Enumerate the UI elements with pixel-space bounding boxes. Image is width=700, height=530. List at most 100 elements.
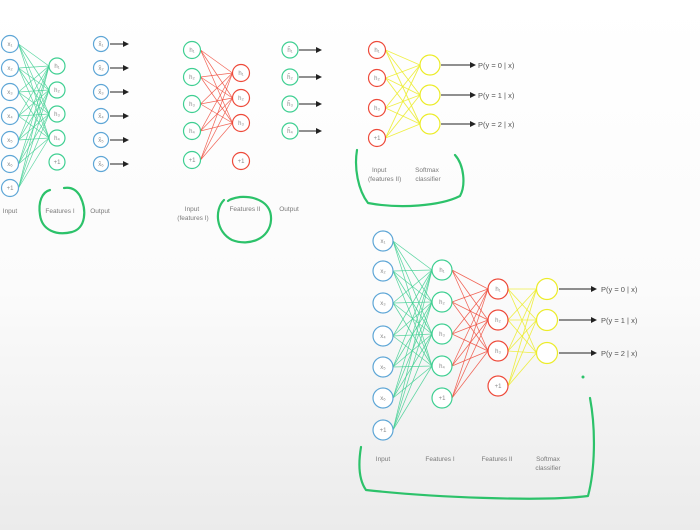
- ae1-connection: [18, 65, 50, 165]
- ae2-features-node: h₁: [231, 63, 251, 83]
- stacked-input-node-label: x₄: [380, 334, 386, 340]
- softmax-classifier-sublabel: classifier: [415, 176, 441, 183]
- ae1-input-node: x₅: [0, 130, 20, 150]
- stacked-input-node: x₆: [372, 387, 394, 409]
- stacked-classifier-sublabel: classifier: [535, 465, 561, 472]
- stacked-connection-input-features1: [392, 365, 433, 431]
- stacked-connection-features1-features2: [451, 269, 489, 290]
- ae1-output-node-label: x̂₅: [98, 138, 104, 144]
- stacked-input-node-label: x₆: [380, 396, 386, 402]
- softmax-input-label: Input: [372, 167, 387, 174]
- stacked-bracket-annotation: [358, 396, 596, 500]
- ae1-output-node-label: x̂₁: [98, 42, 103, 48]
- softmax-output-node: [419, 113, 441, 135]
- ae1-input-node: +1: [0, 178, 20, 198]
- stacked-features2-node: h₂: [487, 309, 509, 331]
- ae2-output-node: ĥ₂: [281, 68, 299, 86]
- stacked-input-node-label: x₃: [380, 301, 386, 307]
- stacked-features1-node: h₂: [431, 291, 453, 313]
- ae2-input-node-label: h₂: [189, 75, 195, 81]
- softmax-output-node: [419, 84, 441, 106]
- stacked-features2-node: h₁: [487, 278, 509, 300]
- ae2-input-node: h₃: [182, 94, 202, 114]
- softmax-probability-label: P(y = 1 | x): [478, 91, 515, 100]
- ae2-features-circle-annotation: [216, 195, 273, 244]
- ae1-features-node-label: h₂: [54, 88, 60, 94]
- ae1-connection: [18, 137, 50, 189]
- stacked-features2-node: +1: [487, 375, 509, 397]
- stacked-features1-node-label: h₄: [439, 364, 445, 370]
- ae1-output-label: Output: [90, 208, 110, 215]
- ae2-input-sublabel: (features I): [177, 215, 208, 222]
- ae1-features-node: h₁: [48, 57, 66, 75]
- ae1-input-node-label: x₄: [7, 114, 13, 120]
- ae2-features-node-label: h₂: [238, 96, 244, 102]
- stacked-input-node: x₁: [372, 230, 394, 252]
- ae1-output-node-label: x̂₆: [98, 162, 104, 168]
- ae2-output-node-label: ĥ₄: [287, 128, 293, 135]
- ae2-input-node-label: h₄: [189, 129, 195, 135]
- stacked-connection-features1-features2: [451, 350, 489, 399]
- stacked-input-node: x₂: [372, 260, 394, 282]
- stacked-probability-label: P(y = 2 | x): [601, 349, 638, 358]
- ae1-input-node: x₄: [0, 106, 20, 126]
- softmax-input-node-label: h₁: [374, 48, 379, 54]
- softmax-input-node: h₁: [367, 40, 387, 60]
- stacked-features1-node: h₄: [431, 355, 453, 377]
- stacked-features2-label: Features II: [481, 456, 512, 463]
- ae1-features-node: h₂: [48, 81, 66, 99]
- ae1-connection: [18, 65, 50, 117]
- stacked-connection-features2-softmax: [507, 352, 537, 387]
- softmax-input-node-label: +1: [374, 136, 382, 142]
- ae2-features-node: h₂: [231, 88, 251, 108]
- stacked-features1-node-label: h₂: [439, 300, 445, 306]
- stacked-softmax-node: [535, 277, 559, 301]
- ae2-features-node: +1: [231, 151, 251, 171]
- stacked-input-node: x₄: [372, 325, 394, 347]
- ae2-connection: [200, 72, 233, 132]
- stacked-features1-node-label: +1: [439, 396, 447, 402]
- stacked-features1-node-label: h₃: [439, 332, 445, 338]
- ae1-output-node: x̂₂: [92, 59, 110, 77]
- ae1-output-node-label: x̂₃: [98, 90, 104, 96]
- ae1-input-node-label: +1: [7, 186, 15, 192]
- ae1-features-node-label: +1: [54, 160, 62, 166]
- stacked-classifier-label: Softmax: [536, 456, 561, 463]
- stacked-connection-input-features1: [392, 333, 433, 431]
- stacked-probability-label: P(y = 0 | x): [601, 285, 638, 294]
- ae1-features-node: h₃: [48, 105, 66, 123]
- softmax-input-node-label: h₃: [374, 106, 380, 112]
- ae2-output-node-label: ĥ₃: [287, 101, 293, 108]
- ae1-input-node-label: x₁: [7, 42, 12, 48]
- stacked-probability-label: P(y = 1 | x): [601, 316, 638, 325]
- softmax-input-node: h₃: [367, 98, 387, 118]
- ae2-features-node-label: +1: [238, 159, 246, 165]
- softmax-input-node: h₂: [367, 68, 387, 88]
- stacked-features2-node-label: h₂: [495, 318, 501, 324]
- ae1-input-node-label: x₆: [7, 162, 13, 168]
- ae1-features-node-label: h₃: [54, 112, 60, 118]
- annotations-layer: [38, 148, 596, 500]
- softmax-connection: [385, 49, 421, 96]
- ae2-output-node-label: ĥ₁: [287, 47, 292, 54]
- ae1-connection: [18, 113, 50, 189]
- stacked-input-label: Input: [376, 456, 391, 463]
- ae2-output-node: ĥ₄: [281, 122, 299, 140]
- ae1-features-node-label: h₄: [54, 136, 60, 142]
- ae1-input-label: Input: [3, 208, 18, 215]
- stacked-softmax-node: [535, 341, 559, 365]
- softmax-input-node-label: h₂: [374, 76, 380, 82]
- stacked-input-node-label: +1: [380, 428, 388, 434]
- ae2-output-node: ĥ₁: [281, 41, 299, 59]
- softmax-probability-label: P(y = 0 | x): [478, 61, 515, 70]
- stacked-input-node: +1: [372, 419, 394, 441]
- stacked-softmax-node: [535, 308, 559, 332]
- softmax-classifier-label: Softmax: [415, 167, 440, 174]
- ae2-input-node: +1: [182, 150, 202, 170]
- ae2-input-node: h₄: [182, 121, 202, 141]
- ae2-output-node: ĥ₃: [281, 95, 299, 113]
- stacked-features1-node: h₁: [431, 259, 453, 281]
- stacked-input-node-label: x₁: [380, 239, 385, 245]
- stacked-connection-input-features1: [392, 269, 433, 304]
- stacked-features2-node-label: h₃: [495, 349, 501, 355]
